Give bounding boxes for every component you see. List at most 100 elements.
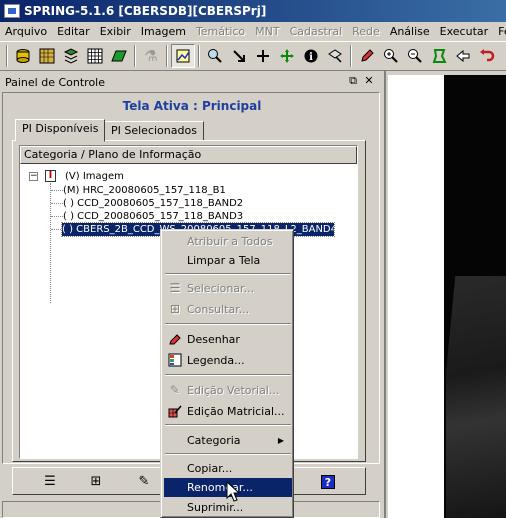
menu-ferramentas[interactable]: Ferrame bbox=[493, 25, 506, 38]
menu-item-edicao-matricial[interactable]: Edição Matricial... bbox=[164, 402, 292, 421]
menu-separator bbox=[165, 273, 291, 275]
vector-edit-icon: ✎ bbox=[169, 383, 181, 397]
collapse-icon[interactable]: − bbox=[29, 172, 38, 181]
database-icon[interactable] bbox=[11, 44, 35, 68]
mouse-cursor-icon bbox=[226, 481, 240, 502]
menu-item-desenhar[interactable]: Desenhar bbox=[164, 330, 292, 349]
menu-separator bbox=[165, 374, 291, 376]
help-icon[interactable]: ? bbox=[321, 475, 335, 489]
grid-layers-icon[interactable] bbox=[35, 44, 59, 68]
control-panel-header: Painel de Controle ⧉ ✕ bbox=[2, 73, 380, 91]
map-viewer[interactable] bbox=[384, 71, 506, 518]
edit-tool-icon[interactable]: ✎ bbox=[133, 473, 155, 491]
context-menu: Atribuir a Todos Limpar a Tela ☰ Selecion… bbox=[160, 229, 294, 518]
toolbar-grip bbox=[6, 45, 8, 67]
tree-connector bbox=[51, 190, 63, 191]
menu-imagem[interactable]: Imagem bbox=[136, 25, 191, 38]
pencil-icon[interactable] bbox=[355, 44, 379, 68]
menu-item-label: Legenda... bbox=[187, 354, 245, 367]
info-icon[interactable]: i bbox=[299, 44, 323, 68]
app-icon bbox=[4, 4, 20, 18]
menu-mnt[interactable]: MNT bbox=[250, 25, 284, 38]
menu-item-copiar[interactable]: Copiar... bbox=[164, 459, 292, 478]
query-icon[interactable]: ⊞ bbox=[85, 473, 107, 491]
menu-cadastral[interactable]: Cadastral bbox=[285, 25, 348, 38]
raster-edit-icon bbox=[167, 404, 183, 419]
tree-connector bbox=[50, 183, 51, 303]
window-title: SPRING-5.1.6 [CBERSDB][CBERSPrj] bbox=[24, 4, 267, 18]
menu-item-label: Atribuir a Todos bbox=[187, 235, 273, 248]
back-arrow-icon[interactable] bbox=[451, 44, 475, 68]
tree-node-imagem[interactable]: (V) Imagem bbox=[65, 170, 124, 183]
menu-item-label: Renomear... bbox=[187, 481, 253, 494]
menu-item-label: Consultar... bbox=[187, 303, 250, 316]
menu-item-selecionar[interactable]: ☰ Selecionar... bbox=[164, 279, 292, 298]
tree-node-hrc-b1[interactable]: (M) HRC_20080605_157_118_B1 bbox=[63, 184, 226, 197]
menu-item-label: Categoria bbox=[187, 434, 241, 447]
tree-connector bbox=[51, 203, 63, 204]
stack-layers-icon[interactable] bbox=[59, 44, 83, 68]
menu-item-atribuir-todos[interactable]: Atribuir a Todos bbox=[164, 232, 292, 251]
menu-item-consultar[interactable]: ⊞ Consultar... bbox=[164, 300, 292, 319]
menu-separator bbox=[165, 453, 291, 455]
polygon-icon[interactable] bbox=[427, 44, 451, 68]
zoom-in-icon[interactable] bbox=[379, 44, 403, 68]
menu-analise[interactable]: Análise bbox=[385, 25, 435, 38]
menu-separator bbox=[165, 424, 291, 426]
tab-pi-disponiveis[interactable]: PI Disponíveis bbox=[15, 119, 106, 142]
zoom-out-icon[interactable] bbox=[403, 44, 427, 68]
menu-arquivo[interactable]: Arquivo bbox=[0, 25, 52, 38]
menu-rede[interactable]: Rede bbox=[347, 25, 385, 38]
menu-item-label: Selecionar... bbox=[187, 282, 255, 295]
select-icon[interactable] bbox=[323, 44, 347, 68]
grid-icon[interactable] bbox=[83, 44, 107, 68]
tree-connector bbox=[51, 216, 63, 217]
list-icon[interactable]: ☰ bbox=[39, 473, 61, 491]
active-screen-label: Tela Ativa : Principal bbox=[122, 99, 262, 113]
menu-tematico[interactable]: Temático bbox=[191, 25, 250, 38]
menu-item-categoria[interactable]: Categoria ▶ bbox=[164, 431, 292, 450]
menu-item-edicao-vetorial[interactable]: ✎ Edição Vetorial... bbox=[164, 381, 292, 400]
submenu-arrow-icon: ▶ bbox=[277, 436, 284, 445]
toolbar-separator bbox=[198, 45, 200, 67]
parallelogram-icon[interactable] bbox=[107, 44, 131, 68]
chart-icon[interactable] bbox=[171, 44, 195, 68]
menu-item-label: Edição Vetorial... bbox=[187, 384, 280, 397]
main-toolbar: ⚗ i bbox=[0, 41, 506, 71]
menu-item-label: Desenhar bbox=[187, 333, 240, 346]
control-panel-title: Painel de Controle bbox=[5, 75, 106, 89]
undock-icon[interactable]: ⧉ bbox=[346, 74, 360, 88]
satellite-image bbox=[446, 276, 506, 518]
pan-icon[interactable] bbox=[275, 44, 299, 68]
image-category-icon: I bbox=[45, 170, 56, 182]
disabled-tool-icon: ⚗ bbox=[144, 47, 158, 65]
query-icon: ⊞ bbox=[169, 302, 181, 316]
menubar: Arquivo Editar Exibir Imagem Temático MN… bbox=[0, 22, 506, 41]
toolbar-separator bbox=[134, 45, 136, 67]
menu-item-limpar-tela[interactable]: Limpar a Tela bbox=[164, 251, 292, 270]
close-icon[interactable]: ✕ bbox=[362, 74, 376, 88]
tree-node-ccd-band2[interactable]: ( ) CCD_20080605_157_118_BAND2 bbox=[63, 197, 243, 210]
menu-item-label: Copiar... bbox=[187, 462, 233, 475]
menu-item-legenda[interactable]: Legenda... bbox=[164, 351, 292, 370]
tab-pi-selecionados[interactable]: PI Selecionados bbox=[104, 121, 204, 141]
legend-icon bbox=[167, 353, 183, 368]
menu-item-label: Edição Matricial... bbox=[187, 405, 285, 418]
pencil-icon bbox=[167, 332, 183, 347]
list-icon: ☰ bbox=[169, 281, 181, 295]
viewer-background bbox=[388, 75, 444, 518]
magnifier-icon[interactable] bbox=[203, 44, 227, 68]
crosshair-icon[interactable] bbox=[251, 44, 275, 68]
tree-node-ccd-band3[interactable]: ( ) CCD_20080605_157_118_BAND3 bbox=[63, 210, 243, 223]
menu-editar[interactable]: Editar bbox=[52, 25, 95, 38]
menu-item-label: Limpar a Tela bbox=[187, 254, 261, 267]
svg-text:i: i bbox=[309, 52, 313, 63]
undo-icon[interactable] bbox=[475, 44, 499, 68]
window-titlebar: SPRING-5.1.6 [CBERSDB][CBERSPrj] bbox=[0, 0, 506, 22]
cursor-arrow-icon[interactable] bbox=[227, 44, 251, 68]
toolbar-separator bbox=[350, 45, 352, 67]
menu-executar[interactable]: Executar bbox=[435, 25, 494, 38]
tree-column-header[interactable]: Categoria / Plano de Informação bbox=[20, 146, 357, 164]
menu-separator bbox=[165, 323, 291, 325]
menu-exibir[interactable]: Exibir bbox=[95, 25, 136, 38]
